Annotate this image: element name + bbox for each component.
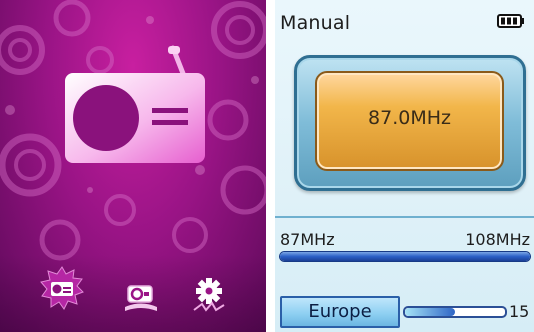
frequency-value: 87.0MHz bbox=[368, 107, 451, 129]
frequency-display-frame: 87.0MHz bbox=[294, 55, 526, 191]
volume-slider[interactable] bbox=[403, 301, 507, 319]
region-button[interactable]: Europe bbox=[280, 296, 400, 328]
recorder-icon[interactable] bbox=[122, 280, 160, 316]
tuning-mode-label: Manual bbox=[280, 12, 351, 34]
volume-value: 15 bbox=[509, 302, 530, 321]
main-menu-screen bbox=[0, 0, 266, 332]
screen-divider bbox=[266, 0, 275, 332]
range-min-label: 87MHz bbox=[280, 230, 335, 249]
range-max-label: 108MHz bbox=[465, 230, 530, 249]
radio-illustration bbox=[65, 45, 205, 163]
volume-fill bbox=[405, 308, 455, 316]
radio-icon[interactable] bbox=[40, 266, 84, 310]
battery-icon bbox=[497, 14, 524, 28]
gear-icon[interactable] bbox=[190, 276, 228, 316]
fm-radio-screen: Manual 87.0MHz 87MHz 108MHz Europe 15 bbox=[275, 0, 534, 332]
volume-track bbox=[403, 306, 507, 318]
tuning-bar[interactable] bbox=[280, 252, 530, 261]
frequency-display: 87.0MHz bbox=[315, 71, 504, 171]
separator-line bbox=[275, 216, 534, 218]
